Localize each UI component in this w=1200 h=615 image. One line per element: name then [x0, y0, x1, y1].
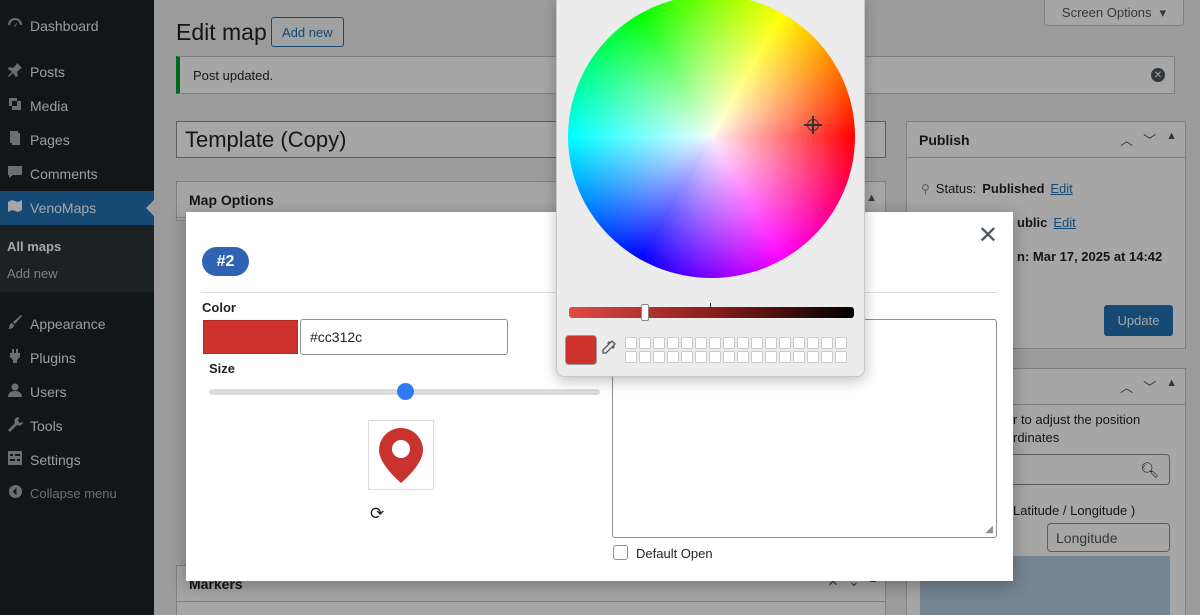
- saved-color-slot[interactable]: [723, 337, 735, 349]
- close-icon[interactable]: ✕: [978, 224, 998, 248]
- saved-colors-grid: [625, 337, 847, 363]
- brightness-slider[interactable]: [569, 307, 854, 318]
- color-swatch-button[interactable]: [203, 320, 298, 354]
- saved-color-slot[interactable]: [695, 351, 707, 363]
- color-picker-popup: [556, 0, 865, 377]
- saved-color-slot[interactable]: [681, 337, 693, 349]
- brightness-tick: [710, 303, 711, 307]
- saved-color-slot[interactable]: [695, 337, 707, 349]
- saved-color-slot[interactable]: [625, 337, 637, 349]
- saved-color-slot[interactable]: [821, 351, 833, 363]
- saved-color-slot[interactable]: [751, 351, 763, 363]
- saved-color-slot[interactable]: [779, 337, 791, 349]
- saved-color-slot[interactable]: [667, 337, 679, 349]
- saved-color-slot[interactable]: [779, 351, 791, 363]
- saved-color-slot[interactable]: [681, 351, 693, 363]
- saved-color-slot[interactable]: [653, 337, 665, 349]
- refresh-icon[interactable]: ⟳: [370, 504, 384, 524]
- saved-color-slot[interactable]: [821, 337, 833, 349]
- color-wheel[interactable]: [568, 0, 855, 278]
- marker-number-badge: #2: [202, 247, 249, 276]
- saved-color-slot[interactable]: [653, 351, 665, 363]
- saved-color-slot[interactable]: [751, 337, 763, 349]
- saved-color-slot[interactable]: [793, 351, 805, 363]
- saved-color-slot[interactable]: [765, 351, 777, 363]
- default-open-checkbox[interactable]: [613, 545, 628, 560]
- default-open-label: Default Open: [636, 546, 713, 561]
- current-color-swatch[interactable]: [565, 335, 597, 365]
- saved-color-slot[interactable]: [807, 337, 819, 349]
- size-slider-thumb[interactable]: [396, 383, 414, 400]
- color-hex-input[interactable]: #cc312c: [300, 319, 508, 355]
- saved-color-slot[interactable]: [807, 351, 819, 363]
- saved-color-slot[interactable]: [709, 337, 721, 349]
- saved-color-slot[interactable]: [639, 337, 651, 349]
- size-label: Size: [209, 361, 236, 376]
- saved-color-slot[interactable]: [639, 351, 651, 363]
- saved-color-slot[interactable]: [835, 337, 847, 349]
- saved-color-slot[interactable]: [667, 351, 679, 363]
- color-label: Color: [202, 300, 236, 315]
- saved-color-slot[interactable]: [793, 337, 805, 349]
- saved-color-slot[interactable]: [765, 337, 777, 349]
- resize-handle-icon[interactable]: ◢: [985, 524, 993, 535]
- saved-color-slot[interactable]: [737, 337, 749, 349]
- brightness-thumb[interactable]: [641, 304, 649, 321]
- marker-preview: [368, 420, 434, 490]
- saved-color-slot[interactable]: [737, 351, 749, 363]
- map-pin-icon: [379, 428, 423, 483]
- saved-color-slot[interactable]: [709, 351, 721, 363]
- saved-color-slot[interactable]: [625, 351, 637, 363]
- saved-color-slot[interactable]: [835, 351, 847, 363]
- eyedropper-icon[interactable]: [600, 340, 616, 361]
- color-crosshair[interactable]: [804, 116, 822, 134]
- saved-color-slot[interactable]: [723, 351, 735, 363]
